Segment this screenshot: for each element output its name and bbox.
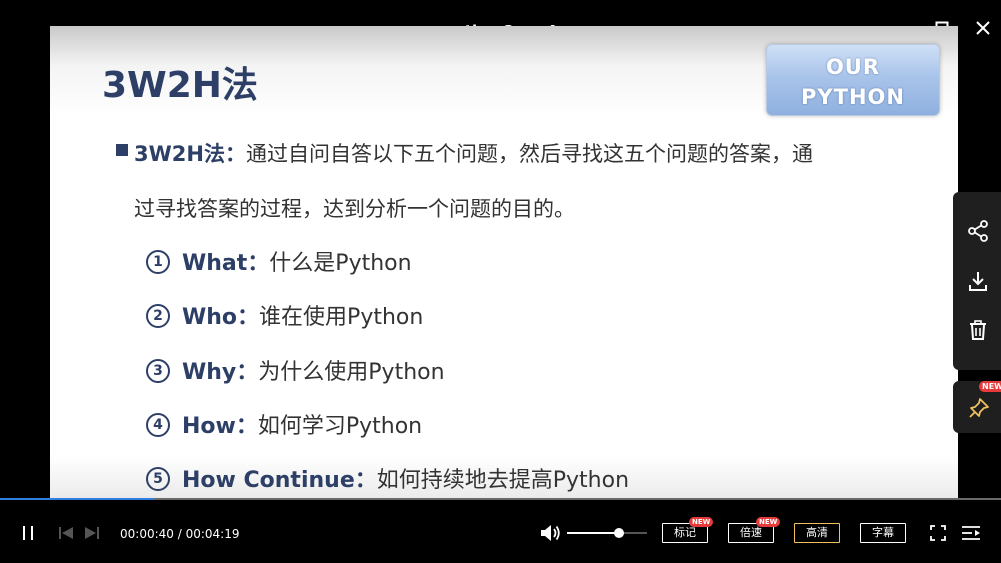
item-keyword: What： — [182, 251, 270, 276]
list-item: 3 Why：为什么使用Python — [146, 354, 445, 386]
time-display: 00:00:40 / 00:04:19 — [120, 527, 239, 541]
item-keyword: How： — [182, 414, 258, 439]
previous-icon[interactable] — [58, 526, 74, 540]
number-circle-icon: 5 — [146, 467, 170, 491]
list-item: 1 What：什么是Python — [146, 245, 412, 277]
delete-icon[interactable] — [967, 319, 989, 341]
side-panel — [953, 192, 1001, 370]
pin-icon[interactable] — [968, 397, 990, 419]
playlist-icon[interactable] — [961, 524, 981, 542]
item-keyword: Why： — [182, 360, 259, 385]
bookmark-new-badge: NEW — [689, 517, 714, 527]
intro-text: 通过自问自答以下五个问题，然后寻找这五个问题的答案，通 — [245, 142, 813, 166]
next-icon[interactable] — [84, 526, 100, 540]
intro-line2: 过寻找答案的过程，达到分析一个问题的目的。 — [134, 197, 575, 221]
number-circle-icon: 4 — [146, 413, 170, 437]
list-item: 4 How：如何学习Python — [146, 408, 422, 440]
volume-knob[interactable] — [614, 528, 624, 538]
bullet-square-icon — [116, 144, 128, 156]
list-item: 5 How Continue：如何持续地去提高Python — [146, 462, 629, 494]
item-keyword: Who： — [182, 305, 260, 330]
number-circle-icon: 2 — [146, 304, 170, 328]
quality-button[interactable]: 高清 — [794, 523, 840, 543]
logo-line2: PYTHON — [801, 85, 905, 109]
pin-new-badge: NEW — [979, 381, 1001, 392]
duration: 00:04:19 — [185, 527, 240, 541]
pause-icon[interactable] — [20, 525, 36, 541]
speed-new-badge: NEW — [756, 517, 781, 527]
item-text: 如何学习Python — [257, 414, 423, 439]
item-text: 为什么使用Python — [258, 360, 445, 385]
time-separator: / — [173, 527, 186, 541]
fullscreen-icon[interactable] — [930, 525, 946, 541]
progress-fill — [0, 498, 154, 500]
close-button[interactable] — [969, 14, 997, 42]
number-circle-icon: 1 — [146, 250, 170, 274]
list-item: 2 Who：谁在使用Python — [146, 299, 423, 331]
subtitle-button[interactable]: 字幕 — [860, 523, 906, 543]
logo: OUR PYTHON — [766, 44, 940, 116]
number-circle-icon: 3 — [146, 359, 170, 383]
item-text: 谁在使用Python — [259, 305, 424, 330]
download-icon[interactable] — [967, 270, 989, 292]
item-keyword: How Continue： — [182, 468, 377, 493]
share-icon[interactable] — [967, 220, 989, 242]
close-icon — [976, 21, 990, 35]
video-frame[interactable]: 3W2H法 OUR PYTHON 3W2H法：通过自问自答以下五个问题，然后寻找… — [50, 26, 958, 534]
volume-fill — [567, 532, 619, 534]
current-time: 00:00:40 — [120, 527, 174, 541]
item-text: 如何持续地去提高Python — [376, 468, 630, 493]
item-text: 什么是Python — [269, 251, 412, 276]
volume-icon[interactable] — [540, 524, 562, 542]
logo-line1: OUR — [825, 55, 881, 79]
intro-bold: 3W2H法： — [134, 142, 246, 166]
slide-title: 3W2H法 — [102, 65, 258, 106]
intro-line1: 3W2H法：通过自问自答以下五个问题，然后寻找这五个问题的答案，通 — [134, 138, 813, 168]
